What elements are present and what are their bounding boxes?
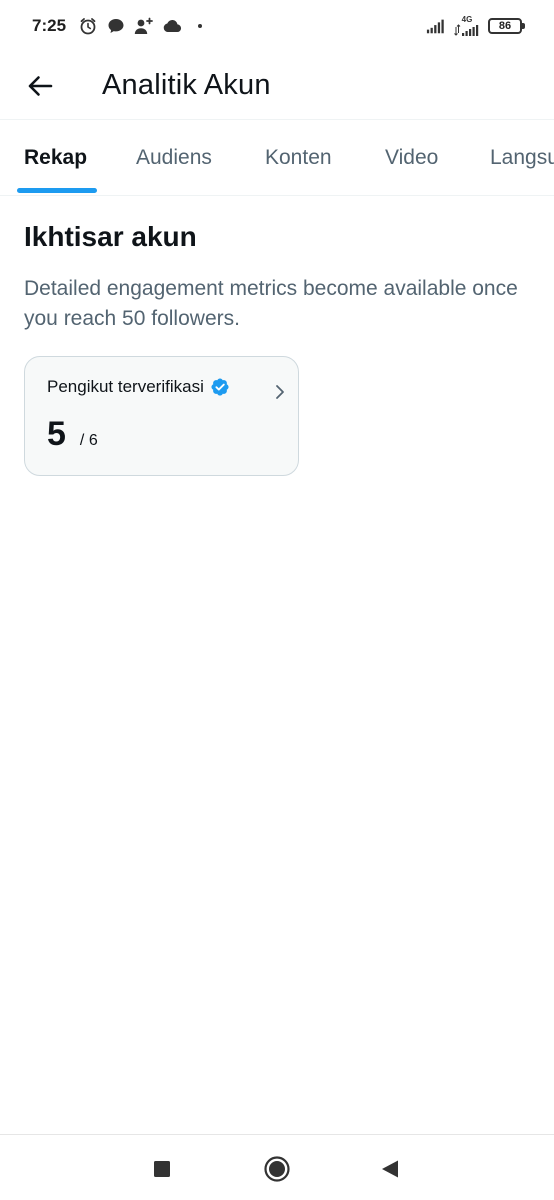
status-left: 7:25 — [32, 16, 210, 36]
cloud-icon — [162, 16, 182, 36]
arrow-left-icon — [28, 75, 53, 96]
back-triangle-icon — [382, 1160, 398, 1178]
status-bar: 7:25 4G 86 — [0, 0, 554, 52]
back-button[interactable] — [16, 62, 64, 110]
battery-icon: 86 — [488, 18, 525, 34]
section-description: Detailed engagement metrics become avail… — [24, 277, 518, 330]
home-button[interactable] — [257, 1149, 297, 1189]
recents-square-icon — [154, 1161, 170, 1177]
person-add-icon — [134, 16, 154, 36]
chevron-right-icon — [276, 385, 284, 399]
signal-4g-icon: 4G — [454, 16, 480, 36]
system-nav-bar — [0, 1134, 554, 1200]
main-content: Ikhtisar akun Detailed engagement metric… — [24, 196, 530, 476]
app-header: Analitik Akun — [0, 52, 554, 120]
tab-rekap[interactable]: Rekap — [24, 120, 87, 195]
tab-bar: Rekap Audiens Konten Video Langsung — [0, 120, 554, 196]
tab-konten[interactable]: Konten — [265, 120, 332, 195]
dot-icon — [190, 16, 210, 36]
status-right: 4G 86 — [426, 16, 525, 36]
tab-langsung[interactable]: Langsung — [490, 120, 554, 195]
signal-icon — [426, 16, 446, 36]
verified-badge-icon — [211, 378, 229, 396]
metric-label: Pengikut terverifikasi — [47, 377, 204, 396]
metric-total: / 6 — [79, 432, 98, 449]
tab-audiens[interactable]: Audiens — [136, 120, 212, 195]
back-nav-button[interactable] — [370, 1149, 410, 1189]
home-circle-icon — [264, 1156, 290, 1182]
tab-video[interactable]: Video — [385, 120, 438, 195]
metric-value: 5 — [47, 415, 66, 453]
alarm-icon — [78, 16, 98, 36]
verified-followers-card[interactable]: Pengikut terverifikasi 5 / 6 — [24, 356, 299, 476]
metric-header: Pengikut terverifikasi — [47, 377, 276, 397]
chat-bubble-icon — [106, 16, 126, 36]
metric-values: 5 / 6 — [47, 415, 276, 454]
active-tab-indicator — [17, 188, 97, 193]
section-title: Ikhtisar akun — [24, 221, 197, 252]
status-time: 7:25 — [32, 16, 67, 35]
recents-button[interactable] — [142, 1149, 182, 1189]
page-title: Analitik Akun — [102, 69, 271, 101]
network-label: 4G — [461, 15, 473, 24]
